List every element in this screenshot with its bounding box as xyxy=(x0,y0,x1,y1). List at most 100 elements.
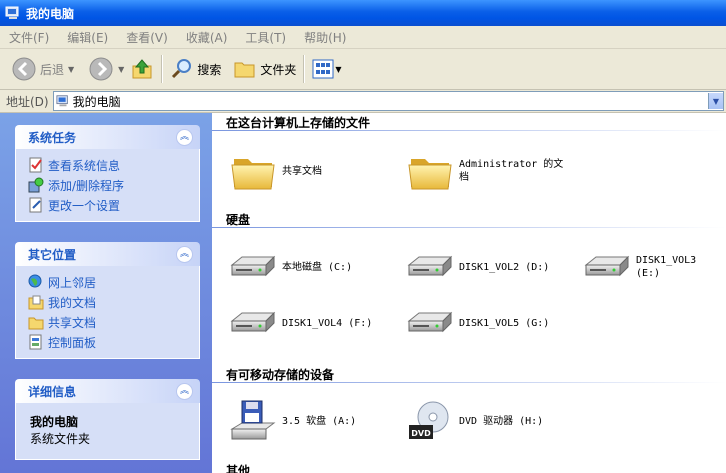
collapse-icon[interactable]: ︽ xyxy=(176,382,193,400)
hard-disk-icon xyxy=(582,245,632,289)
details-title: 详细信息 xyxy=(28,384,77,399)
forward-arrow-icon xyxy=(89,57,113,81)
system-tasks-title: 系统任务 xyxy=(28,130,77,145)
system-info-icon xyxy=(29,157,42,173)
other-places-header[interactable]: 其它位置 ︽ xyxy=(15,242,200,266)
search-button[interactable]: 搜索 xyxy=(167,53,224,85)
disk-f-item[interactable]: DISK1_VOL4 (F:) xyxy=(228,301,372,345)
folders-button[interactable]: 文件夹 xyxy=(230,53,299,85)
dvd-drive-icon: DVD xyxy=(409,401,449,439)
shared-folder-icon xyxy=(28,317,44,330)
svg-text:DVD: DVD xyxy=(411,429,431,438)
dvd-h-item[interactable]: DVD DVD 驱动器 (H:) xyxy=(405,399,543,443)
address-input[interactable]: 我的电脑 ▼ xyxy=(52,91,724,111)
item-label: 3.5 软盘 (A:) xyxy=(282,415,357,427)
views-grid-icon xyxy=(312,59,334,79)
view-system-info-link[interactable]: 查看系统信息 xyxy=(28,155,199,175)
disk-d-item[interactable]: DISK1_VOL2 (D:) xyxy=(405,245,549,289)
back-label: 后退 xyxy=(40,62,65,77)
menu-view[interactable]: 查看(V) xyxy=(117,29,177,46)
item-label: DISK1_VOL2 (D:) xyxy=(459,261,550,273)
disks-group-title: 硬盘 xyxy=(226,213,251,227)
chevron-down-icon[interactable]: ▼ xyxy=(708,93,723,109)
group-divider xyxy=(212,130,726,131)
collapse-icon[interactable]: ︽ xyxy=(176,128,193,146)
other-group-title: 其他 xyxy=(226,464,251,473)
group-divider xyxy=(212,382,726,383)
back-button[interactable]: 后退 ▼ xyxy=(8,53,77,85)
address-value: 我的电脑 xyxy=(72,94,121,109)
folder-icon xyxy=(228,149,278,193)
group-divider xyxy=(212,227,726,228)
item-label: 本地磁盘 (C:) xyxy=(282,261,353,273)
shared-documents-item[interactable]: 共享文档 xyxy=(228,149,322,193)
back-arrow-icon xyxy=(12,57,36,81)
disk-e-item[interactable]: DISK1_VOL3 (E:) xyxy=(582,245,726,289)
hard-disk-icon xyxy=(405,245,455,289)
folder-icon xyxy=(234,62,255,78)
link-label: 更改一个设置 xyxy=(48,198,121,213)
system-tasks-header[interactable]: 系统任务 ︽ xyxy=(15,125,200,149)
menu-help[interactable]: 帮助(H) xyxy=(295,29,355,46)
toolbar-separator xyxy=(303,55,306,83)
details-type: 系统文件夹 xyxy=(30,432,91,446)
administrator-documents-item[interactable]: Administrator 的文档 xyxy=(405,149,575,193)
details-panel: 详细信息 ︽ 我的电脑 系统文件夹 xyxy=(15,379,200,460)
other-places-title: 其它位置 xyxy=(28,247,77,262)
search-icon xyxy=(172,59,192,79)
item-label: DISK1_VOL3 (E:) xyxy=(636,255,697,279)
task-pane: 系统任务 ︽ 查看系统信息 添加/删除程序 更改一个设置 其它位置 ︽ 网上邻居… xyxy=(0,113,212,473)
search-label: 搜索 xyxy=(197,62,222,77)
menu-tools[interactable]: 工具(T) xyxy=(236,29,295,46)
details-name: 我的电脑 xyxy=(30,415,79,429)
add-remove-programs-link[interactable]: 添加/删除程序 xyxy=(28,175,199,195)
files-group-title: 在这台计算机上存储的文件 xyxy=(226,116,371,130)
change-setting-link[interactable]: 更改一个设置 xyxy=(28,195,199,215)
floppy-a-item[interactable]: 3.5 软盘 (A:) xyxy=(228,399,356,443)
window-title: 我的电脑 xyxy=(26,6,75,21)
link-label: 网上邻居 xyxy=(48,275,97,290)
network-places-link[interactable]: 网上邻居 xyxy=(28,272,199,292)
link-label: 添加/删除程序 xyxy=(48,178,125,193)
folders-label: 文件夹 xyxy=(260,62,297,77)
disk-g-item[interactable]: DISK1_VOL5 (G:) xyxy=(405,301,549,345)
menu-bar: 文件(F) 编辑(E) 查看(V) 收藏(A) 工具(T) 帮助(H) xyxy=(0,26,726,49)
item-label: Administrator 的文档 xyxy=(459,159,564,183)
item-label: 共享文档 xyxy=(282,165,322,177)
my-documents-icon xyxy=(28,295,44,310)
system-tasks-panel: 系统任务 ︽ 查看系统信息 添加/删除程序 更改一个设置 xyxy=(15,125,200,222)
chevron-down-icon[interactable]: ▼ xyxy=(335,65,341,74)
toolbar: 后退 ▼ ▼ 搜索 文件夹 ▼ xyxy=(0,49,726,90)
item-label: DISK1_VOL5 (G:) xyxy=(459,317,550,329)
collapse-icon[interactable]: ︽ xyxy=(176,245,193,263)
details-header[interactable]: 详细信息 ︽ xyxy=(15,379,200,403)
address-label: 地址(D) xyxy=(6,94,49,109)
hard-disk-icon xyxy=(405,301,455,345)
network-icon xyxy=(28,274,42,288)
chevron-down-icon[interactable]: ▼ xyxy=(118,65,124,74)
link-label: 查看系统信息 xyxy=(48,158,121,173)
add-remove-icon xyxy=(28,177,44,193)
menu-edit[interactable]: 编辑(E) xyxy=(58,29,117,46)
chevron-down-icon[interactable]: ▼ xyxy=(68,65,74,74)
control-panel-link[interactable]: 控制面板 xyxy=(28,332,199,352)
item-label: DVD 驱动器 (H:) xyxy=(459,415,544,427)
disk-c-item[interactable]: 本地磁盘 (C:) xyxy=(228,245,352,289)
shared-documents-link[interactable]: 共享文档 xyxy=(28,312,199,332)
forward-button[interactable]: ▼ xyxy=(85,53,127,85)
removable-group-title: 有可移动存储的设备 xyxy=(226,368,335,382)
folder-icon xyxy=(405,149,455,193)
my-documents-link[interactable]: 我的文档 xyxy=(28,292,199,312)
hard-disk-icon xyxy=(228,301,278,345)
menu-favorites[interactable]: 收藏(A) xyxy=(177,29,237,46)
toolbar-separator xyxy=(161,55,164,83)
settings-icon xyxy=(29,197,42,213)
views-button[interactable]: ▼ xyxy=(309,53,344,85)
hard-disk-icon xyxy=(228,245,278,289)
item-label: DISK1_VOL4 (F:) xyxy=(282,317,373,329)
content-pane: 在这台计算机上存储的文件 共享文档 Administrator 的文档 硬盘 本… xyxy=(212,113,726,473)
menu-file[interactable]: 文件(F) xyxy=(0,29,58,46)
other-places-panel: 其它位置 ︽ 网上邻居 我的文档 共享文档 控制面板 xyxy=(15,242,200,359)
floppy-drive-icon xyxy=(230,400,276,440)
up-button[interactable] xyxy=(127,53,157,85)
